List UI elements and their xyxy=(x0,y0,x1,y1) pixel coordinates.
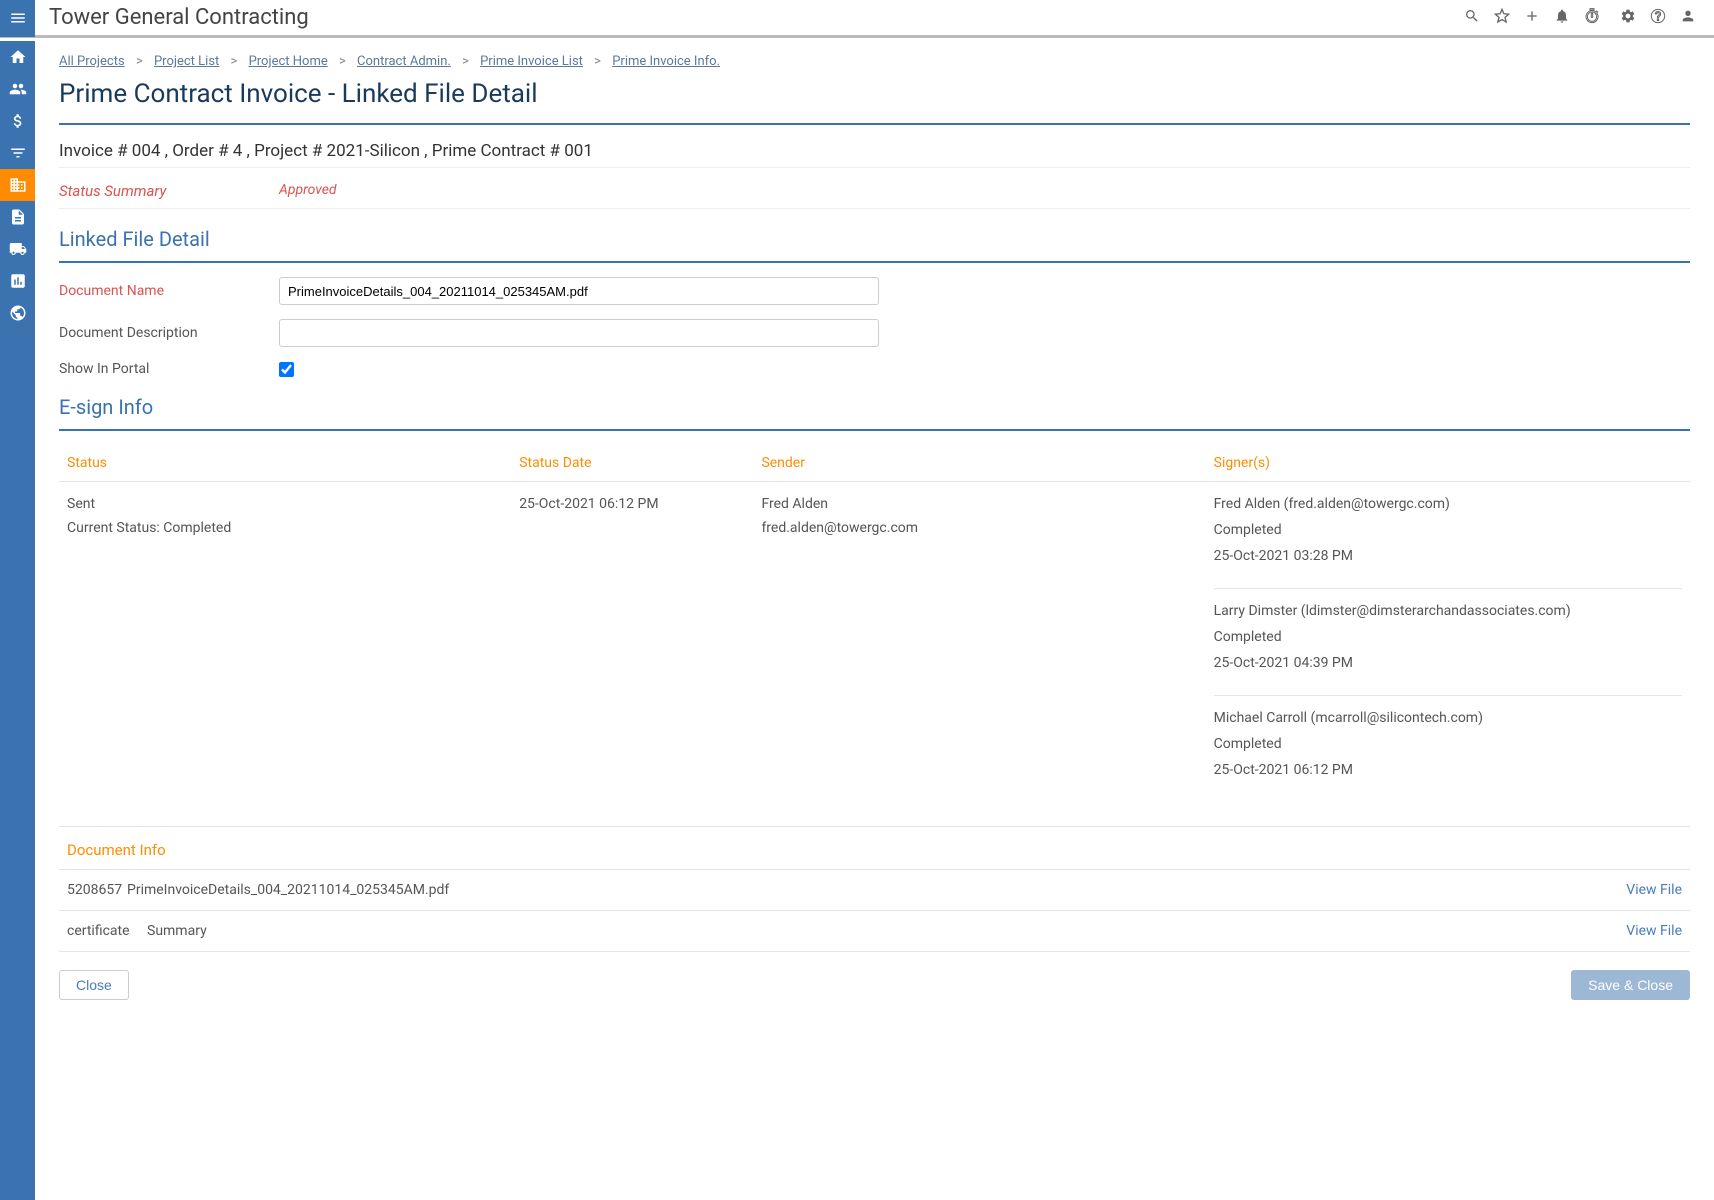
esign-header-sender: Sender xyxy=(761,455,1213,471)
sidebar-reports[interactable] xyxy=(0,265,35,297)
menu-icon xyxy=(9,9,27,27)
company-name: Tower General Contracting xyxy=(49,5,309,30)
view-file-link[interactable]: View File xyxy=(1626,923,1682,939)
status-summary-label: Status Summary xyxy=(59,182,279,200)
esign-status-line2: Current Status: Completed xyxy=(67,520,519,536)
esign-sender-email: fred.alden@towergc.com xyxy=(761,520,1213,536)
doc-name-input[interactable] xyxy=(279,277,879,305)
signer-status: Completed xyxy=(1214,736,1682,752)
page-subtitle: Invoice # 004 , Order # 4 , Project # 20… xyxy=(59,135,1690,168)
sidebar-leads[interactable] xyxy=(0,137,35,169)
breadcrumb-prime-invoice-list[interactable]: Prime Invoice List xyxy=(480,54,583,69)
signer-status: Completed xyxy=(1214,629,1682,645)
sidebar-web[interactable] xyxy=(0,297,35,329)
doc-desc-input[interactable] xyxy=(279,319,879,347)
doc-desc-label: Document Description xyxy=(59,325,279,341)
doc-id: 5208657 xyxy=(67,882,127,898)
user-icon[interactable] xyxy=(1680,8,1696,28)
breadcrumb-prime-invoice-info[interactable]: Prime Invoice Info. xyxy=(612,54,720,69)
breadcrumb-all-projects[interactable]: All Projects xyxy=(59,54,125,69)
stopwatch-icon[interactable] xyxy=(1584,8,1600,28)
breadcrumb-project-list[interactable]: Project List xyxy=(154,54,219,69)
star-icon[interactable] xyxy=(1494,8,1510,28)
sidebar-contacts[interactable] xyxy=(0,73,35,105)
doc-filename: PrimeInvoiceDetails_004_20211014_025345A… xyxy=(127,882,1626,898)
esign-status-line1: Sent xyxy=(67,496,519,512)
signer-date: 25-Oct-2021 03:28 PM xyxy=(1214,548,1682,564)
esign-header-signers: Signer(s) xyxy=(1214,455,1682,471)
close-button[interactable]: Close xyxy=(59,970,129,1000)
esign-header-status: Status xyxy=(67,455,519,471)
view-file-link[interactable]: View File xyxy=(1626,882,1682,898)
save-close-button[interactable]: Save & Close xyxy=(1571,970,1690,1000)
breadcrumb: All Projects > Project List > Project Ho… xyxy=(59,54,1690,69)
hamburger-menu[interactable] xyxy=(0,0,35,37)
sidebar-documents[interactable] xyxy=(0,201,35,233)
sidebar-financial[interactable] xyxy=(0,105,35,137)
help-icon[interactable] xyxy=(1650,8,1666,28)
sidebar-fleet[interactable] xyxy=(0,233,35,265)
signer-name: Michael Carroll (mcarroll@silicontech.co… xyxy=(1214,710,1682,726)
status-summary-value: Approved xyxy=(279,182,337,200)
esign-header-date: Status Date xyxy=(519,455,761,471)
esign-sender-name: Fred Alden xyxy=(761,496,1213,512)
bell-icon[interactable] xyxy=(1554,8,1570,28)
show-portal-checkbox[interactable] xyxy=(279,362,294,377)
signer-status: Completed xyxy=(1214,522,1682,538)
plus-icon[interactable] xyxy=(1524,8,1540,28)
sidebar xyxy=(0,41,35,1200)
doc-filename: Summary xyxy=(147,923,1626,939)
breadcrumb-project-home[interactable]: Project Home xyxy=(249,54,328,69)
signer-date: 25-Oct-2021 04:39 PM xyxy=(1214,655,1682,671)
sidebar-home[interactable] xyxy=(0,41,35,73)
breadcrumb-contract-admin[interactable]: Contract Admin. xyxy=(357,54,451,69)
gear-icon[interactable] xyxy=(1620,8,1636,28)
signer-date: 25-Oct-2021 06:12 PM xyxy=(1214,762,1682,778)
doc-name-label: Document Name xyxy=(59,283,279,299)
section-linked-file: Linked File Detail xyxy=(59,227,1690,251)
esign-status-date: 25-Oct-2021 06:12 PM xyxy=(519,496,761,512)
signer-name: Larry Dimster (ldimster@dimsterarchandas… xyxy=(1214,603,1682,619)
section-doc-info: Document Info xyxy=(59,826,1690,870)
search-icon[interactable] xyxy=(1464,8,1480,28)
page-title: Prime Contract Invoice - Linked File Det… xyxy=(59,79,1690,109)
show-portal-label: Show In Portal xyxy=(59,361,279,377)
sidebar-projects[interactable] xyxy=(0,169,35,201)
doc-id: certificate xyxy=(67,923,147,939)
section-esign: E-sign Info xyxy=(59,395,1690,419)
signer-name: Fred Alden (fred.alden@towergc.com) xyxy=(1214,496,1682,512)
